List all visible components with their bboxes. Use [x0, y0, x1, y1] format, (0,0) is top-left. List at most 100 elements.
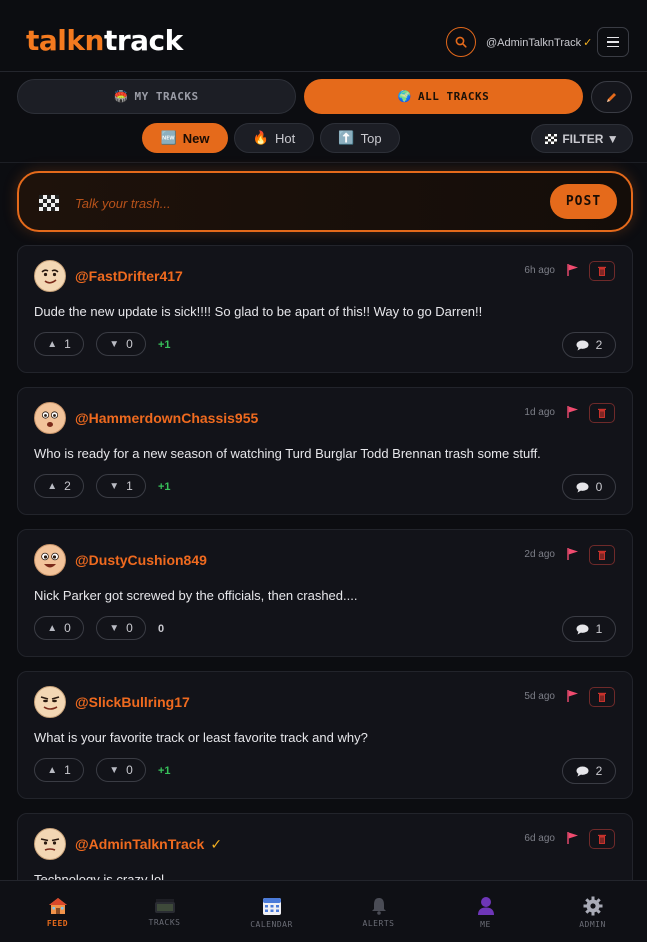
- trash-icon: [598, 550, 606, 560]
- bell-icon: [371, 897, 386, 915]
- upvote-arrow-icon: ▲: [47, 622, 58, 634]
- current-user-handle[interactable]: @AdminTalknTrack ✓: [486, 36, 592, 49]
- report-flag-icon[interactable]: [566, 831, 580, 845]
- post-body: Nick Parker got screwed by the officials…: [34, 588, 358, 603]
- downvote-button[interactable]: ▼ 1: [96, 474, 146, 498]
- app-header: talkntrack @AdminTalknTrack ✓: [0, 0, 647, 72]
- app-logo[interactable]: talkntrack: [26, 24, 183, 58]
- post-card: @HammerdownChassis955 1d ago Who is read…: [17, 387, 633, 515]
- pencil-icon: [607, 92, 616, 102]
- post-username[interactable]: @DustyCushion849: [75, 552, 207, 568]
- downvote-count: 0: [126, 337, 133, 351]
- post-score: +1: [158, 481, 171, 493]
- post-card: @SlickBullring17 5d ago What is your fav…: [17, 671, 633, 799]
- delete-post-button[interactable]: [589, 545, 615, 565]
- comments-button[interactable]: 2: [562, 332, 616, 358]
- downvote-button[interactable]: ▼ 0: [96, 758, 146, 782]
- upvote-button[interactable]: ▲ 1: [34, 332, 84, 356]
- delete-post-button[interactable]: [589, 829, 615, 849]
- sort-hot-button[interactable]: 🔥 Hot: [234, 123, 314, 153]
- section-divider: [0, 162, 647, 163]
- bottom-navigation: FEED TRACKS CALENDAR ALERTS ME ADMIN: [0, 880, 647, 942]
- report-flag-icon[interactable]: [566, 689, 580, 703]
- avatar: [34, 544, 66, 576]
- speech-bubble-icon: [576, 624, 589, 634]
- nav-alerts-label: ALERTS: [362, 918, 395, 928]
- post-score: +1: [158, 339, 171, 351]
- nav-tracks-label: TRACKS: [148, 917, 181, 927]
- search-button[interactable]: [446, 27, 476, 57]
- nav-alerts[interactable]: ALERTS: [325, 881, 432, 942]
- post-username[interactable]: @FastDrifter417: [75, 268, 183, 284]
- speech-bubble-icon: [576, 482, 589, 492]
- nav-tracks[interactable]: TRACKS: [111, 881, 218, 942]
- comments-count: 2: [595, 338, 603, 352]
- checkered-flag-icon: [39, 195, 59, 211]
- user-icon: [477, 896, 494, 915]
- downvote-button[interactable]: ▼ 0: [96, 332, 146, 356]
- post-timestamp: 6h ago: [524, 265, 555, 276]
- nav-calendar[interactable]: CALENDAR: [218, 881, 325, 942]
- trash-icon: [598, 834, 606, 844]
- all-tracks-label: ALL TRACKS: [417, 90, 490, 103]
- upvote-button[interactable]: ▲ 2: [34, 474, 84, 498]
- post-username[interactable]: @AdminTalknTrack ✓: [75, 836, 222, 853]
- post-score: +1: [158, 765, 171, 777]
- post-input[interactable]: [75, 192, 535, 214]
- avatar: [34, 686, 66, 718]
- trash-icon: [598, 692, 606, 702]
- hamburger-menu-button[interactable]: [597, 27, 629, 57]
- filter-label: FILTER ▼: [562, 131, 619, 146]
- all-tracks-tab[interactable]: 🌍 ALL TRACKS: [304, 79, 583, 114]
- verified-check-icon: ✓: [210, 836, 223, 852]
- trash-icon: [598, 266, 606, 276]
- post-timestamp: 6d ago: [524, 833, 555, 844]
- edit-button[interactable]: [591, 81, 632, 113]
- logo-part-talkn: talkn: [26, 24, 104, 57]
- delete-post-button[interactable]: [589, 687, 615, 707]
- downvote-count: 0: [126, 763, 133, 777]
- upvote-arrow-icon: ▲: [47, 764, 58, 776]
- comments-count: 0: [595, 480, 603, 494]
- nav-feed[interactable]: FEED: [4, 881, 111, 942]
- post-timestamp: 1d ago: [524, 407, 555, 418]
- upvote-count: 2: [64, 479, 71, 493]
- sort-new-button[interactable]: 🆕 New: [142, 123, 228, 153]
- menu-line-icon: [607, 36, 619, 39]
- downvote-count: 0: [126, 621, 133, 635]
- post-body: What is your favorite track or least fav…: [34, 730, 368, 745]
- upvote-button[interactable]: ▲ 1: [34, 758, 84, 782]
- house-icon: [48, 897, 67, 914]
- downvote-arrow-icon: ▼: [109, 622, 120, 634]
- comments-button[interactable]: 1: [562, 616, 616, 642]
- delete-post-button[interactable]: [589, 261, 615, 281]
- post-score: 0: [158, 623, 165, 635]
- post-username[interactable]: @SlickBullring17: [75, 694, 190, 710]
- report-flag-icon[interactable]: [566, 547, 580, 561]
- menu-line-icon: [607, 41, 619, 43]
- comments-button[interactable]: 0: [562, 474, 616, 500]
- post-card: @DustyCushion849 2d ago Nick Parker got …: [17, 529, 633, 657]
- upvote-arrow-icon: ▲: [47, 338, 58, 350]
- upvote-button[interactable]: ▲ 0: [34, 616, 84, 640]
- fire-icon: 🔥: [252, 130, 269, 145]
- downvote-button[interactable]: ▼ 0: [96, 616, 146, 640]
- verified-check-icon: ✓: [583, 37, 593, 49]
- filter-button[interactable]: FILTER ▼: [531, 124, 633, 153]
- my-tracks-tab[interactable]: 🏟️ MY TRACKS: [17, 79, 296, 114]
- comments-button[interactable]: 2: [562, 758, 616, 784]
- up-arrow-icon: ⬆️: [338, 130, 355, 145]
- report-flag-icon[interactable]: [566, 405, 580, 419]
- nav-me[interactable]: ME: [432, 881, 539, 942]
- sort-top-button[interactable]: ⬆️ Top: [320, 123, 400, 153]
- nav-admin[interactable]: ADMIN: [539, 881, 646, 942]
- downvote-count: 1: [126, 479, 133, 493]
- report-flag-icon[interactable]: [566, 263, 580, 277]
- downvote-arrow-icon: ▼: [109, 338, 120, 350]
- sort-hot-label: Hot: [274, 130, 296, 146]
- logo-part-track: track: [103, 24, 183, 57]
- post-button[interactable]: POST: [550, 184, 617, 219]
- search-icon: [455, 36, 467, 48]
- post-username[interactable]: @HammerdownChassis955: [75, 410, 258, 426]
- delete-post-button[interactable]: [589, 403, 615, 423]
